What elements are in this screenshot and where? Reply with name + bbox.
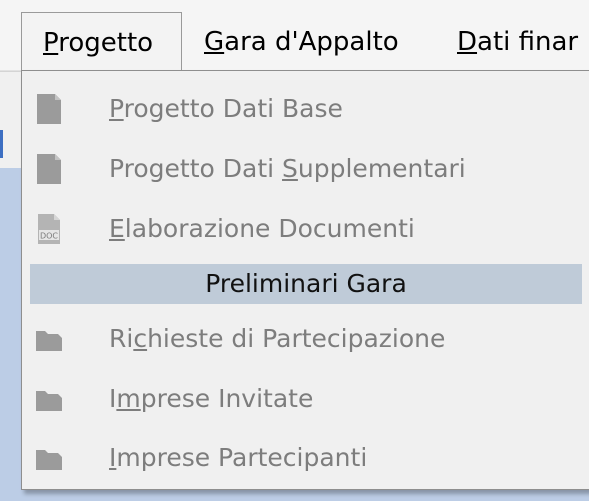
menubar-label: rogetto (58, 28, 154, 58)
menu-item-label: Preliminari Gara (205, 269, 407, 298)
menu-item-progetto-dati-base[interactable]: Progetto Dati Base (22, 89, 589, 129)
menubar-item-progetto[interactable]: Progetto (21, 12, 182, 70)
document-icon (34, 92, 64, 126)
folder-icon (34, 382, 64, 416)
menubar-mnemonic: G (204, 27, 225, 57)
menubar-mnemonic: D (457, 27, 478, 57)
folder-icon (34, 322, 64, 356)
menu-item-label: Richieste di Partecipazione (109, 324, 446, 353)
svg-text:DOC: DOC (40, 232, 58, 241)
menubar-item-gara-d-appalto[interactable]: Gara d'Appalto (204, 12, 399, 70)
doc-file-icon: DOC (34, 212, 64, 246)
menu-item-preliminari-gara[interactable]: Preliminari Gara (30, 264, 582, 304)
menu-item-progetto-dati-supplementari[interactable]: Progetto Dati Supplementari (22, 149, 589, 189)
menu-item-elaborazione-documenti[interactable]: DOC Elaborazione Documenti (22, 209, 589, 249)
menubar-label: ati finar (477, 27, 579, 57)
menu-item-imprese-partecipanti[interactable]: Imprese Partecipanti (22, 438, 589, 478)
menubar-label: ara d'Appalto (224, 27, 399, 57)
menu-bar: Progetto Gara d'Appalto Dati finar (0, 0, 589, 71)
menu-item-label: Imprese Partecipanti (109, 443, 368, 472)
document-icon (34, 152, 64, 186)
menu-item-label: Progetto Dati Supplementari (109, 154, 466, 183)
progetto-dropdown-menu: Progetto Dati Base Progetto Dati Supplem… (21, 70, 589, 490)
menu-item-label: Imprese Invitate (109, 384, 314, 413)
menu-item-richieste-di-partecipazione[interactable]: Richieste di Partecipazione (22, 319, 589, 359)
menu-item-label: Progetto Dati Base (109, 94, 343, 123)
toolbar-left-control (0, 130, 8, 158)
application-window: Progetto Gara d'Appalto Dati finar Proge… (0, 0, 589, 501)
menu-item-imprese-invitate[interactable]: Imprese Invitate (22, 379, 589, 419)
menubar-item-dati-finanziari[interactable]: Dati finar (457, 12, 578, 70)
menubar-mnemonic: P (43, 28, 59, 58)
folder-icon (34, 441, 64, 475)
menu-item-label: Elaborazione Documenti (109, 214, 415, 243)
